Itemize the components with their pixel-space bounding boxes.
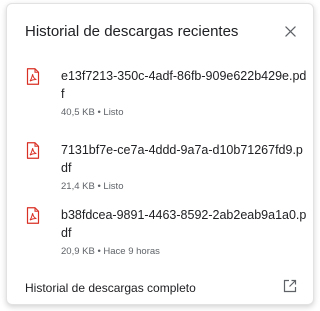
open-in-new-icon xyxy=(283,279,297,293)
downloads-title: Historial de descargas recientes xyxy=(25,23,239,40)
close-button[interactable] xyxy=(279,20,301,42)
full-download-history-label: Historial de descargas completo xyxy=(25,281,196,295)
downloads-header: Historial de descargas recientes xyxy=(7,4,313,60)
file-name: 7131bf7e-ce7a-4ddd-9a7a-d10b71267fd9.pdf xyxy=(61,143,303,175)
full-download-history-link[interactable]: Historial de descargas completo xyxy=(7,270,313,304)
file-status: 40,5 KB • Listo xyxy=(61,107,124,118)
file-name: b38fdcea-9891-4463-8592-2ab2eab9a1a0.pdf xyxy=(61,208,307,240)
pdf-file-icon xyxy=(26,142,40,159)
file-status: 20,9 KB • Hace 9 horas xyxy=(61,246,160,257)
file-status: 21,4 KB • Listo xyxy=(61,181,124,192)
download-item[interactable]: b38fdcea-9891-4463-8592-2ab2eab9a1a0.pdf… xyxy=(7,199,313,265)
file-name: e13f7213-350c-4adf-86fb-909e622b429e.pdf xyxy=(61,69,307,101)
pdf-file-icon xyxy=(26,68,40,85)
download-item[interactable]: e13f7213-350c-4adf-86fb-909e622b429e.pdf… xyxy=(7,60,313,126)
pdf-file-icon xyxy=(26,207,40,224)
downloads-bubble: Historial de descargas recientes e13f721… xyxy=(6,3,314,305)
close-icon xyxy=(284,25,296,37)
download-item[interactable]: 7131bf7e-ce7a-4ddd-9a7a-d10b71267fd9.pdf… xyxy=(7,134,313,200)
